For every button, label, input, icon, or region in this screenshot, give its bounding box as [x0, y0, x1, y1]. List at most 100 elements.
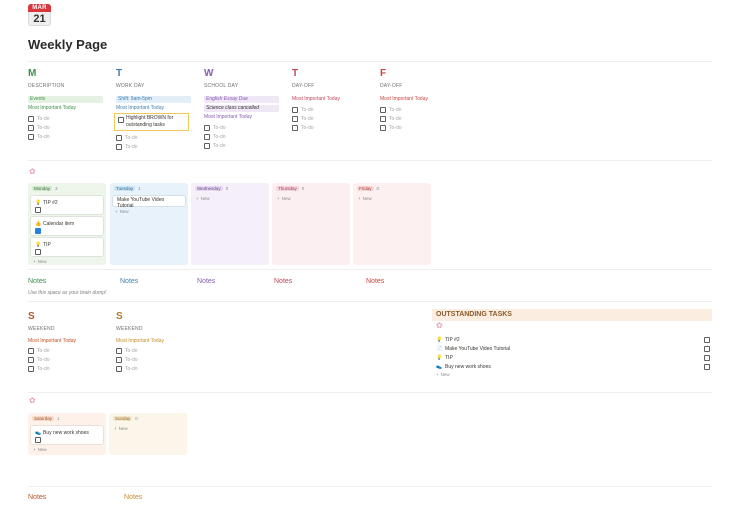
- outstanding-task-row[interactable]: 💡 TIP #2: [436, 335, 710, 344]
- column-header: Friday 0: [353, 183, 431, 194]
- new-card-button[interactable]: + New: [358, 196, 372, 201]
- board-card[interactable]: Make YouTube Video Tutorial: [113, 196, 185, 209]
- new-card-button[interactable]: + New: [33, 447, 47, 452]
- new-card-button[interactable]: + New: [114, 426, 128, 431]
- todo-item[interactable]: To-do: [116, 142, 138, 151]
- board-card[interactable]: 👟 Buy new work shoes: [31, 426, 103, 444]
- task-checkbox[interactable]: [704, 363, 710, 370]
- todo-item[interactable]: To-do: [380, 123, 402, 132]
- divider: [28, 269, 712, 270]
- todo-item[interactable]: To-do: [28, 355, 50, 364]
- outstanding-tasks-title: OUTSTANDING TASKS: [432, 309, 712, 321]
- shoe-icon: 👟: [436, 363, 443, 370]
- card-checkbox[interactable]: [35, 207, 41, 213]
- todo-checkbox[interactable]: [204, 124, 210, 131]
- task-title: Buy new work shoes: [445, 363, 491, 370]
- most-important-today: Most Important Today: [204, 114, 252, 120]
- card-title-row: 👟 Buy new work shoes: [35, 429, 100, 436]
- todo-item[interactable]: To-do: [28, 132, 50, 141]
- todo-item[interactable]: To-do: [28, 346, 50, 355]
- todo-item[interactable]: To-do: [116, 133, 138, 142]
- plus-icon: +: [33, 447, 36, 452]
- new-card-button[interactable]: + New: [277, 196, 291, 201]
- todo-checkbox[interactable]: [116, 365, 122, 372]
- card-checkbox[interactable]: [35, 249, 41, 255]
- todo-item[interactable]: To-do: [116, 346, 138, 355]
- day-type: SCHOOL DAY: [204, 83, 239, 89]
- new-card-button[interactable]: + New: [115, 209, 129, 214]
- task-checkbox[interactable]: [704, 345, 710, 352]
- todo-checkbox[interactable]: [116, 143, 122, 150]
- outstanding-task-row[interactable]: 👟 Buy new work shoes: [436, 362, 710, 371]
- todo-checkbox[interactable]: [116, 347, 122, 354]
- todo-item[interactable]: To-do: [116, 355, 138, 364]
- new-card-button[interactable]: + New: [33, 259, 47, 264]
- plus-icon: +: [196, 196, 199, 201]
- task-checkbox[interactable]: [704, 354, 710, 361]
- card-title: Calendar item: [43, 220, 75, 227]
- todo-item[interactable]: To-do: [292, 114, 314, 123]
- document-icon: 📄: [436, 345, 443, 352]
- todo-checkbox[interactable]: [204, 142, 210, 149]
- board-card[interactable]: 💡 TIP #2: [31, 196, 103, 214]
- todo-item[interactable]: To-do: [292, 105, 314, 114]
- task-checkbox[interactable]: [118, 117, 124, 123]
- todo-item[interactable]: To-do: [204, 132, 226, 141]
- board-column: Sunday 0 + New: [109, 413, 187, 455]
- outstanding-task-row[interactable]: 💡 TIP: [436, 353, 710, 362]
- notes-link[interactable]: Notes: [124, 494, 142, 501]
- task-title: Highlight BROWN for: [126, 115, 174, 121]
- card-checkbox[interactable]: [35, 228, 41, 234]
- todo-checkbox[interactable]: [28, 365, 34, 372]
- todo-item[interactable]: To-do: [204, 123, 226, 132]
- plus-icon: +: [436, 372, 439, 377]
- todo-item[interactable]: To-do: [28, 114, 50, 123]
- todo-item[interactable]: To-do: [116, 364, 138, 373]
- highlight-task[interactable]: Highlight BROWN for outstanding tasks: [114, 113, 189, 131]
- todo-checkbox[interactable]: [28, 115, 34, 122]
- todo-item[interactable]: To-do: [292, 123, 314, 132]
- todo-checkbox[interactable]: [380, 124, 386, 131]
- task-checkbox[interactable]: [704, 336, 710, 343]
- board-card[interactable]: 👍 Calendar item: [31, 217, 103, 235]
- notes-link[interactable]: Notes: [366, 278, 384, 285]
- todo-checkbox[interactable]: [28, 347, 34, 354]
- todo-checkbox[interactable]: [28, 124, 34, 131]
- notes-link[interactable]: Notes: [28, 278, 46, 285]
- board-column: Wednesday 0 + New: [191, 183, 269, 265]
- notes-link[interactable]: Notes: [120, 278, 138, 285]
- todo-label: To-do: [389, 124, 402, 131]
- todo-checkbox[interactable]: [292, 124, 298, 131]
- todo-checkbox[interactable]: [380, 115, 386, 122]
- todo-checkbox[interactable]: [116, 356, 122, 363]
- todo-checkbox[interactable]: [204, 133, 210, 140]
- todo-checkbox[interactable]: [292, 115, 298, 122]
- day-letter: W: [204, 68, 214, 79]
- todo-checkbox[interactable]: [116, 134, 122, 141]
- todo-item[interactable]: To-do: [380, 105, 402, 114]
- todo-label: To-do: [37, 365, 50, 372]
- column-header: Monday 3: [28, 183, 106, 194]
- todo-checkbox[interactable]: [292, 106, 298, 113]
- plus-icon: +: [358, 196, 361, 201]
- todo-item[interactable]: To-do: [380, 114, 402, 123]
- notes-link[interactable]: Notes: [274, 278, 292, 285]
- card-checkbox[interactable]: [35, 437, 41, 443]
- notes-link[interactable]: Notes: [197, 278, 215, 285]
- todo-checkbox[interactable]: [380, 106, 386, 113]
- todo-item[interactable]: To-do: [28, 123, 50, 132]
- plus-icon: +: [115, 209, 118, 214]
- todo-item[interactable]: To-do: [28, 364, 50, 373]
- column-header: Sunday 0: [109, 413, 187, 424]
- new-card-button[interactable]: + New: [196, 196, 210, 201]
- column-name: Wednesday: [195, 186, 223, 191]
- todo-checkbox[interactable]: [28, 133, 34, 140]
- notes-link[interactable]: Notes: [28, 494, 46, 501]
- new-task-button[interactable]: + New: [436, 372, 450, 377]
- outstanding-task-row[interactable]: 📄 Make YouTube Video Tutorial: [436, 344, 710, 353]
- todo-item[interactable]: To-do: [204, 141, 226, 150]
- board-card[interactable]: 💡 TIP: [31, 238, 103, 256]
- card-title-row: 👍 Calendar item: [35, 220, 100, 227]
- todo-checkbox[interactable]: [28, 356, 34, 363]
- calendar-month: MAR: [28, 4, 51, 12]
